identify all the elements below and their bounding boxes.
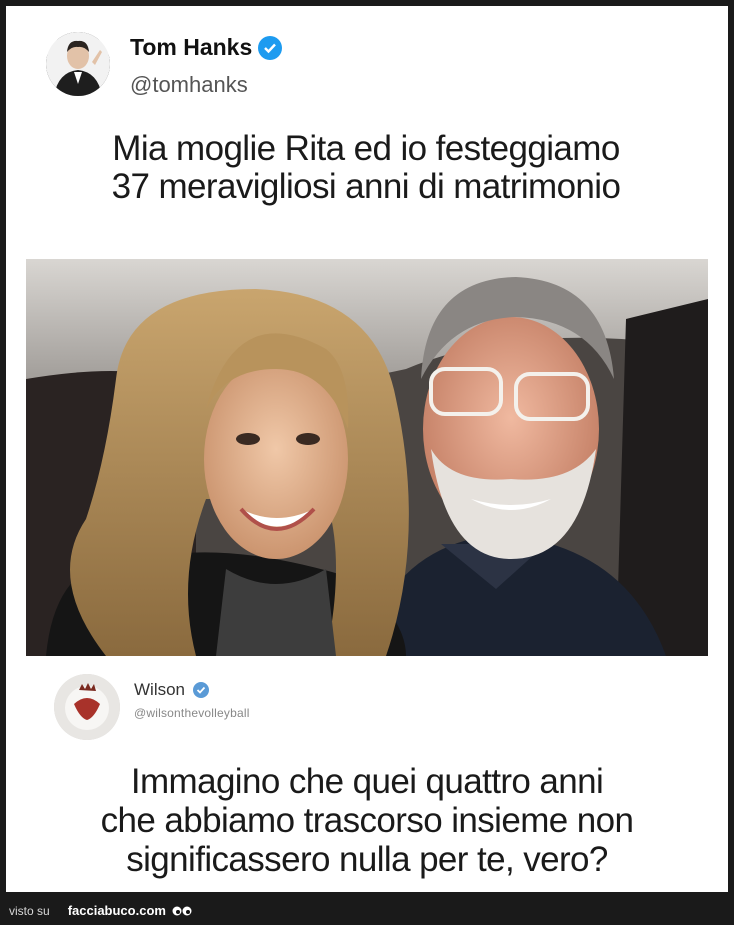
meme-card: Tom Hanks @tomhanks Mia moglie Rita ed i… [6,6,728,892]
verified-badge-icon [193,682,210,698]
watermark-site-link[interactable]: facciabuco.com [68,903,166,918]
watermark-prefix: visto su [9,903,50,918]
reply-text-line: significassero nulla per te, vero? [126,840,608,879]
reply-text-line: che abbiamo trascorso insieme non [100,801,634,840]
reply-text: Immagino che quei quattro anni che abbia… [16,762,718,879]
tweet-header: Tom Hanks @tomhanks [46,26,446,106]
tweet-text: Mia moglie Rita ed io festeggiamo 37 mer… [26,130,706,206]
reply-avatar[interactable] [54,674,120,740]
tweet-text-line: Mia moglie Rita ed io festeggiamo [112,129,620,168]
tweet-photo[interactable] [26,259,708,656]
couple-selfie-photo [26,259,708,656]
verified-badge-icon [258,35,283,60]
reply-author-handle[interactable]: @wilsonthevolleyball [134,706,250,720]
watermark-bar: visto su facciabuco.com [0,896,734,925]
reply-text-line: Immagino che quei quattro anni [130,762,604,801]
eyes-icon [172,904,192,918]
author-name[interactable]: Tom Hanks [130,34,252,61]
author-handle[interactable]: @tomhanks [130,72,248,98]
tweet-text-line: 37 meravigliosi anni di matrimonio [111,167,621,206]
reply-author-name[interactable]: Wilson [134,680,185,700]
author-avatar[interactable] [46,32,110,96]
